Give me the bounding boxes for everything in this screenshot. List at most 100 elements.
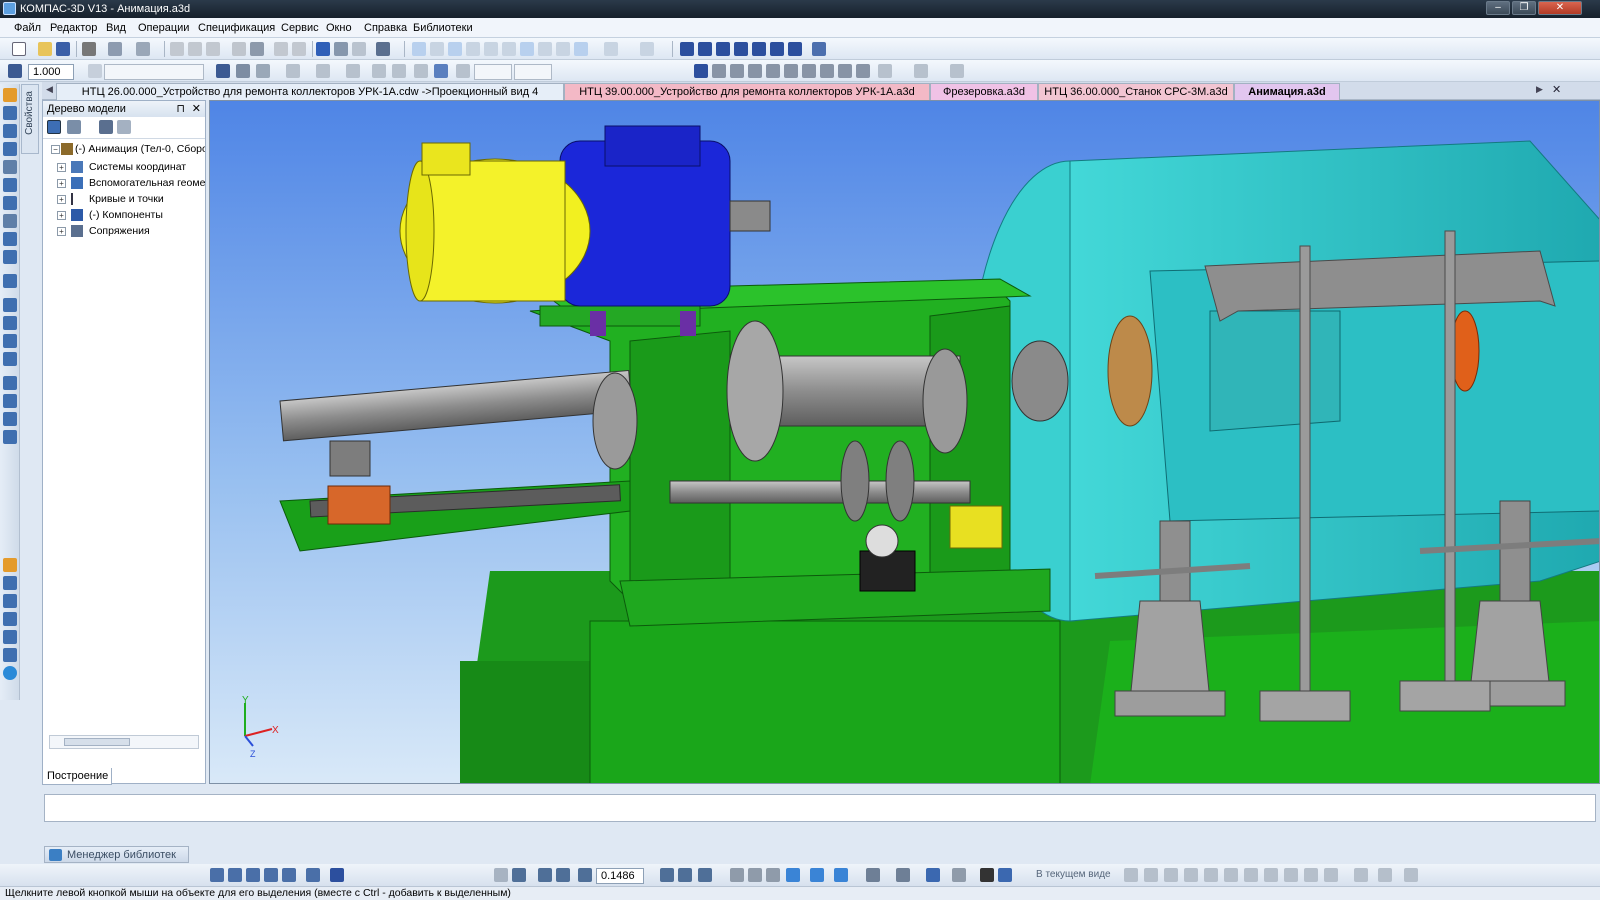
snap-icon-1[interactable]	[430, 42, 444, 56]
tree-node-curves[interactable]: Кривые и точки	[89, 193, 205, 205]
menu-operations[interactable]: Операции	[138, 22, 189, 34]
grid-toggle-icon[interactable]	[210, 868, 224, 882]
annotation-icon-8[interactable]	[820, 64, 834, 78]
build-order-icon[interactable]	[47, 120, 61, 134]
close-panel-icon[interactable]: ✕	[192, 102, 201, 115]
tool-icon-8[interactable]	[3, 214, 17, 228]
rotate-icon[interactable]	[604, 42, 618, 56]
layer-select[interactable]	[104, 64, 204, 80]
library-manager-tab[interactable]: Менеджер библиотек	[44, 846, 189, 863]
pin-icon[interactable]: ⊓	[176, 102, 185, 115]
tool-icon-17[interactable]	[3, 394, 17, 408]
redo-icon[interactable]	[292, 42, 306, 56]
view-cmd-icon-11[interactable]	[1324, 868, 1338, 882]
length-icon[interactable]	[392, 64, 406, 78]
tool-icon-25[interactable]	[3, 648, 17, 662]
tool-icon-23[interactable]	[3, 612, 17, 626]
help-pointer-icon[interactable]	[376, 42, 390, 56]
filter2-icon[interactable]	[896, 868, 910, 882]
view-cmd-icon-13[interactable]	[1378, 868, 1392, 882]
ortho-icon[interactable]	[286, 64, 300, 78]
undo-icon[interactable]	[274, 42, 288, 56]
save-icon[interactable]	[56, 42, 70, 56]
annotation-icon-7[interactable]	[802, 64, 816, 78]
thin-lines-icon[interactable]	[766, 868, 780, 882]
tool-icon-12[interactable]	[3, 298, 17, 312]
chamfer-icon[interactable]	[788, 42, 802, 56]
3d-viewport[interactable]: Y X Z	[209, 100, 1600, 784]
view-cmd-icon-1[interactable]	[1124, 868, 1138, 882]
shaded-edges-icon[interactable]	[810, 868, 824, 882]
copy-icon[interactable]	[188, 42, 202, 56]
tab-animation[interactable]: Анимация.a3d	[1234, 83, 1340, 100]
paste-icon[interactable]	[206, 42, 220, 56]
preview-icon[interactable]	[108, 42, 122, 56]
layer-icon[interactable]	[88, 64, 102, 78]
rotate-op-icon[interactable]	[698, 42, 712, 56]
tree-node-mates[interactable]: Сопряжения	[89, 225, 205, 237]
annotation-icon-2[interactable]	[712, 64, 726, 78]
annotation-icon-3[interactable]	[730, 64, 744, 78]
open-folder-icon[interactable]	[38, 42, 52, 56]
tree-expander-mates[interactable]: +	[57, 227, 66, 236]
orientation-icon[interactable]	[698, 868, 712, 882]
scrollbar-thumb[interactable]	[64, 738, 130, 746]
tree-node-components[interactable]: (-) Компоненты	[89, 209, 205, 221]
view-cmd-icon-14[interactable]	[1404, 868, 1418, 882]
annotation-icon-4[interactable]	[748, 64, 762, 78]
tree-option-icon[interactable]	[99, 120, 113, 134]
snap-icon-8[interactable]	[556, 42, 570, 56]
loft-icon[interactable]	[734, 42, 748, 56]
tab-urk-drawing[interactable]: НТЦ 26.00.000_Устройство для ремонта кол…	[56, 83, 564, 100]
tool-icon-7[interactable]	[3, 196, 17, 210]
view-cmd-icon-2[interactable]	[1144, 868, 1158, 882]
close-button[interactable]: ✕	[1538, 1, 1582, 15]
view-cmd-icon-10[interactable]	[1304, 868, 1318, 882]
tab-milling[interactable]: Фрезеровка.a3d	[930, 83, 1038, 100]
tree-node-animation[interactable]: (-) Анимация (Тел-0, Сборо	[75, 143, 205, 155]
filter-icon[interactable]	[866, 868, 880, 882]
tree-expander-cs[interactable]: +	[57, 163, 66, 172]
structure-view-icon[interactable]	[67, 120, 81, 134]
y-coord-field[interactable]	[514, 64, 552, 80]
annotation-icon-10[interactable]	[856, 64, 870, 78]
tool-icon-20[interactable]	[3, 558, 17, 572]
x-coord-field[interactable]	[474, 64, 512, 80]
annotation-icon-9[interactable]	[838, 64, 852, 78]
tree-node-coordinate-systems[interactable]: Системы координат	[89, 161, 205, 173]
tree-option2-icon[interactable]	[117, 120, 131, 134]
tool-icon-16[interactable]	[3, 376, 17, 390]
break-icon[interactable]	[414, 64, 428, 78]
fillet-icon[interactable]	[770, 42, 784, 56]
zoom-scale-icon[interactable]	[578, 868, 592, 882]
tool-icon-3[interactable]	[3, 124, 17, 138]
tool-icon-22[interactable]	[3, 594, 17, 608]
3d-model-scene[interactable]: Y X Z	[210, 101, 1600, 784]
properties-side-tab[interactable]: Свойства	[21, 84, 39, 154]
manager-icon[interactable]	[316, 42, 330, 56]
round-icon[interactable]	[256, 64, 270, 78]
tree-expander-aux[interactable]: +	[57, 179, 66, 188]
snap-icon-3[interactable]	[466, 42, 480, 56]
select-icon[interactable]	[926, 868, 940, 882]
view-tool-icon-5[interactable]	[282, 868, 296, 882]
view-cmd-icon-6[interactable]	[1224, 868, 1238, 882]
perspective-icon[interactable]	[834, 868, 848, 882]
pan-icon[interactable]	[660, 868, 674, 882]
snap-icon-9[interactable]	[574, 42, 588, 56]
menu-specification[interactable]: Спецификация	[198, 22, 275, 34]
orientation-icon[interactable]	[236, 64, 250, 78]
snap-icon-4[interactable]	[484, 42, 498, 56]
cut-icon[interactable]	[170, 42, 184, 56]
view-tool-icon-4[interactable]	[264, 868, 278, 882]
tool-icon-11[interactable]	[3, 274, 17, 288]
menu-file[interactable]: Файл	[14, 22, 41, 34]
tool-icon-10[interactable]	[3, 250, 17, 264]
view-cmd-icon-12[interactable]	[1354, 868, 1368, 882]
variables-icon[interactable]	[250, 42, 264, 56]
move-icon[interactable]	[640, 42, 654, 56]
zoom-out-icon[interactable]	[538, 868, 552, 882]
view-cmd-icon-5[interactable]	[1204, 868, 1218, 882]
tool-icon-6[interactable]	[3, 178, 17, 192]
cut-extrude-icon[interactable]	[752, 42, 766, 56]
